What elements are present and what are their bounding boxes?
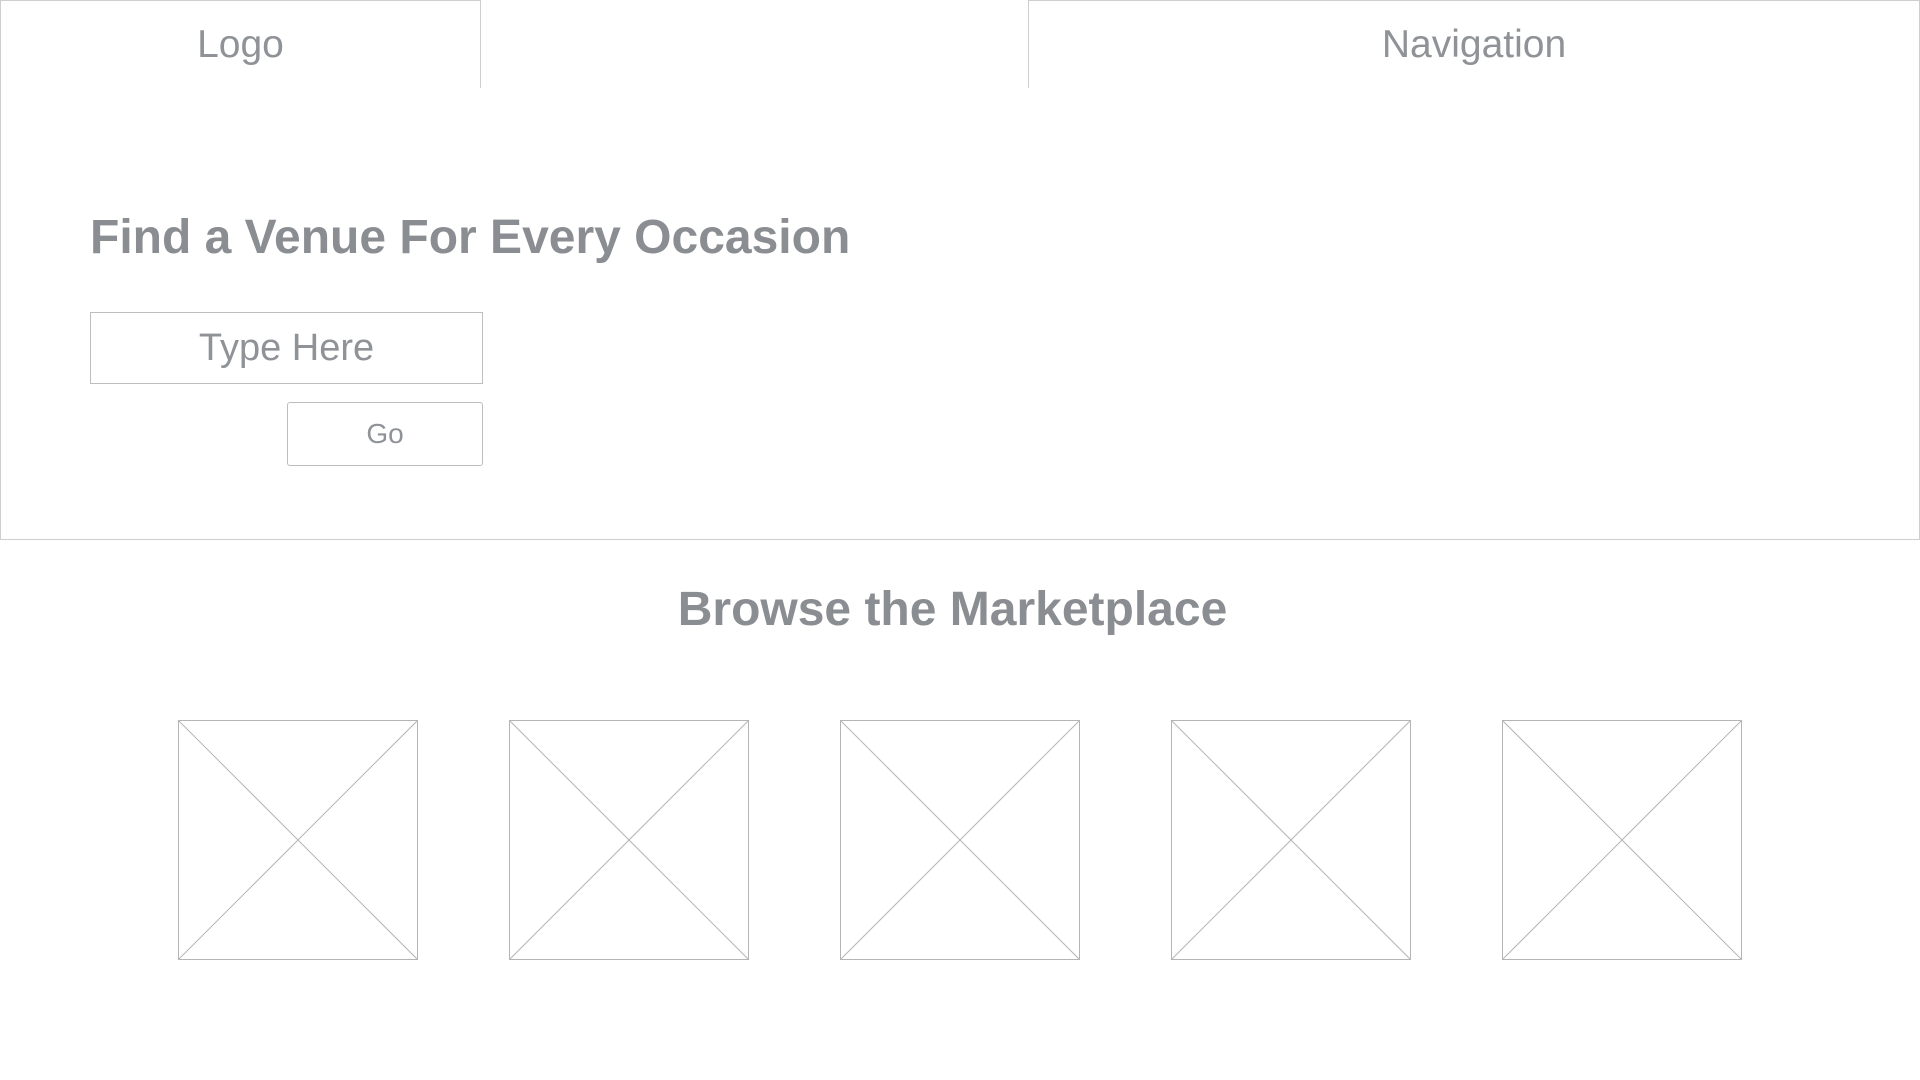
image-placeholder-icon: [1503, 721, 1741, 959]
go-button[interactable]: Go: [287, 402, 483, 466]
marketplace-tile[interactable]: [1171, 720, 1411, 960]
logo-box[interactable]: Logo: [0, 0, 481, 89]
marketplace-tile[interactable]: [840, 720, 1080, 960]
marketplace-tile[interactable]: [1502, 720, 1742, 960]
navigation-box[interactable]: Navigation: [1028, 0, 1920, 89]
image-placeholder-icon: [1172, 721, 1410, 959]
image-placeholder-icon: [510, 721, 748, 959]
marketplace-tile[interactable]: [509, 720, 749, 960]
marketplace-tile[interactable]: [178, 720, 418, 960]
marketplace-title: Browse the Marketplace: [677, 583, 1228, 636]
hero-title: Find a Venue For Every Occasion: [90, 211, 851, 264]
logo-label: Logo: [197, 22, 284, 66]
navigation-label: Navigation: [1381, 22, 1567, 66]
marketplace-tiles: [178, 720, 1743, 960]
image-placeholder-icon: [841, 721, 1079, 959]
image-placeholder-icon: [179, 721, 417, 959]
search-input[interactable]: [90, 312, 483, 384]
